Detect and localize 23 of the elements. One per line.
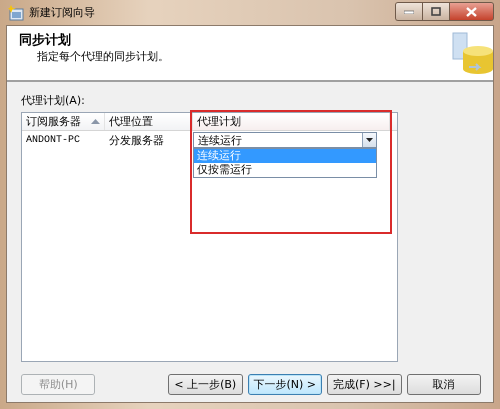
wizard-button[interactable]: 完成(F) >>| — [327, 374, 402, 394]
schedule-combo[interactable]: 连续运行 — [193, 132, 377, 148]
combo-value: 连续运行 — [198, 132, 242, 148]
maximize-button[interactable] — [422, 2, 449, 21]
table-cell: ANDONT-PC — [26, 134, 80, 146]
column-header[interactable]: 代理计划 — [193, 113, 390, 130]
page-title: 同步计划 — [19, 32, 72, 49]
window-title: 新建订阅向导 — [29, 5, 96, 20]
grid-label: 代理计划(A): — [21, 93, 86, 108]
page-subtitle: 指定每个代理的同步计划。 — [36, 49, 170, 64]
close-button[interactable] — [449, 2, 494, 21]
dropdown-arrow-icon[interactable] — [366, 138, 373, 142]
close-icon — [466, 6, 477, 16]
wizard-button[interactable]: 下一步(N) > — [248, 374, 322, 394]
dropdown-option[interactable]: 仅按需运行 — [194, 163, 376, 177]
column-header[interactable]: 订阅服务器 — [22, 113, 105, 130]
wizard-button[interactable]: < 上一步(B) — [168, 374, 243, 394]
wizard-icon — [8, 4, 24, 20]
maximize-icon — [431, 7, 441, 16]
minimize-icon — [404, 10, 414, 14]
wizard-button[interactable]: 取消 — [406, 374, 481, 394]
table-cell: 分发服务器 — [109, 132, 164, 148]
minimize-button[interactable] — [395, 2, 422, 21]
